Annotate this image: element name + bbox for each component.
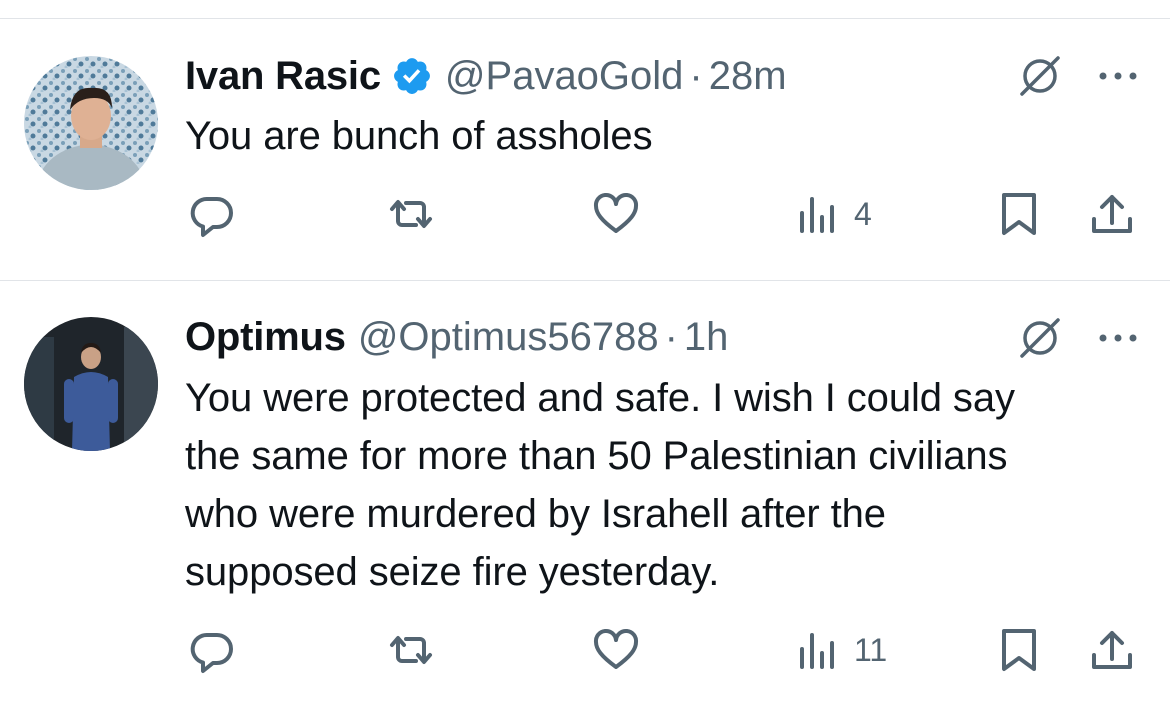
handle[interactable]: @Optimus56788 [358,315,659,360]
grok-icon[interactable] [1016,314,1064,362]
tweet-text-line: who were murdered by Israhell after the [185,492,886,536]
retweet-button[interactable] [386,622,436,678]
tweet-text-line: You were protected and safe. I wish I co… [185,376,1015,420]
like-button[interactable] [591,622,641,678]
tweet-text-line: supposed seize fire yesterday. [185,550,720,594]
views-button[interactable]: 4 [796,186,872,242]
avatar[interactable] [24,317,158,451]
more-icon[interactable] [1096,66,1140,86]
share-icon [1092,195,1132,233]
share-icon [1092,631,1132,669]
tweet-text: You were protected and safe. I wish I co… [185,369,1145,601]
bookmark-button[interactable] [994,186,1044,242]
more-icon[interactable] [1096,328,1140,348]
retweet-icon [390,200,432,228]
avatar[interactable] [24,56,158,190]
share-button[interactable] [1087,186,1137,242]
timestamp[interactable]: 1h [684,315,729,360]
tweet-header: Optimus @Optimus56788 · 1h [185,311,728,363]
display-name[interactable]: Optimus [185,315,346,360]
tweet-header: Ivan Rasic @PavaoGold · 28m [185,50,787,102]
like-icon [593,629,639,669]
reply-button[interactable] [187,186,237,242]
share-button[interactable] [1087,622,1137,678]
reply-icon [190,632,233,673]
timestamp[interactable]: 28m [709,54,787,99]
separator: · [664,314,678,359]
views-button[interactable]: 11 [796,622,887,678]
reply-icon [190,196,233,237]
retweet-button[interactable] [386,186,436,242]
tweet-text: You are bunch of assholes [185,114,653,158]
bookmark-icon [1002,629,1036,671]
view-count: 11 [854,631,888,668]
views-icon [800,633,834,669]
reply-button[interactable] [187,622,237,678]
verified-badge-icon [393,58,430,94]
display-name[interactable]: Ivan Rasic [185,54,381,99]
tweet-text-line: the same for more than 50 Palestinian ci… [185,434,1008,478]
handle[interactable]: @PavaoGold [445,54,684,99]
like-icon [593,193,639,233]
grok-icon[interactable] [1016,52,1064,100]
separator: · [689,53,703,98]
retweet-icon [390,636,432,664]
tweet-1[interactable]: Ivan Rasic @PavaoGold · 28m You are bunc… [0,0,1170,280]
action-bar: 4 [0,186,1170,242]
like-button[interactable] [591,186,641,242]
bookmark-icon [1002,193,1036,235]
view-count: 4 [854,195,872,232]
tweet-2[interactable]: Optimus @Optimus56788 · 1h You were prot… [0,281,1170,710]
views-icon [800,197,834,233]
action-bar: 11 [0,622,1170,678]
bookmark-button[interactable] [994,622,1044,678]
